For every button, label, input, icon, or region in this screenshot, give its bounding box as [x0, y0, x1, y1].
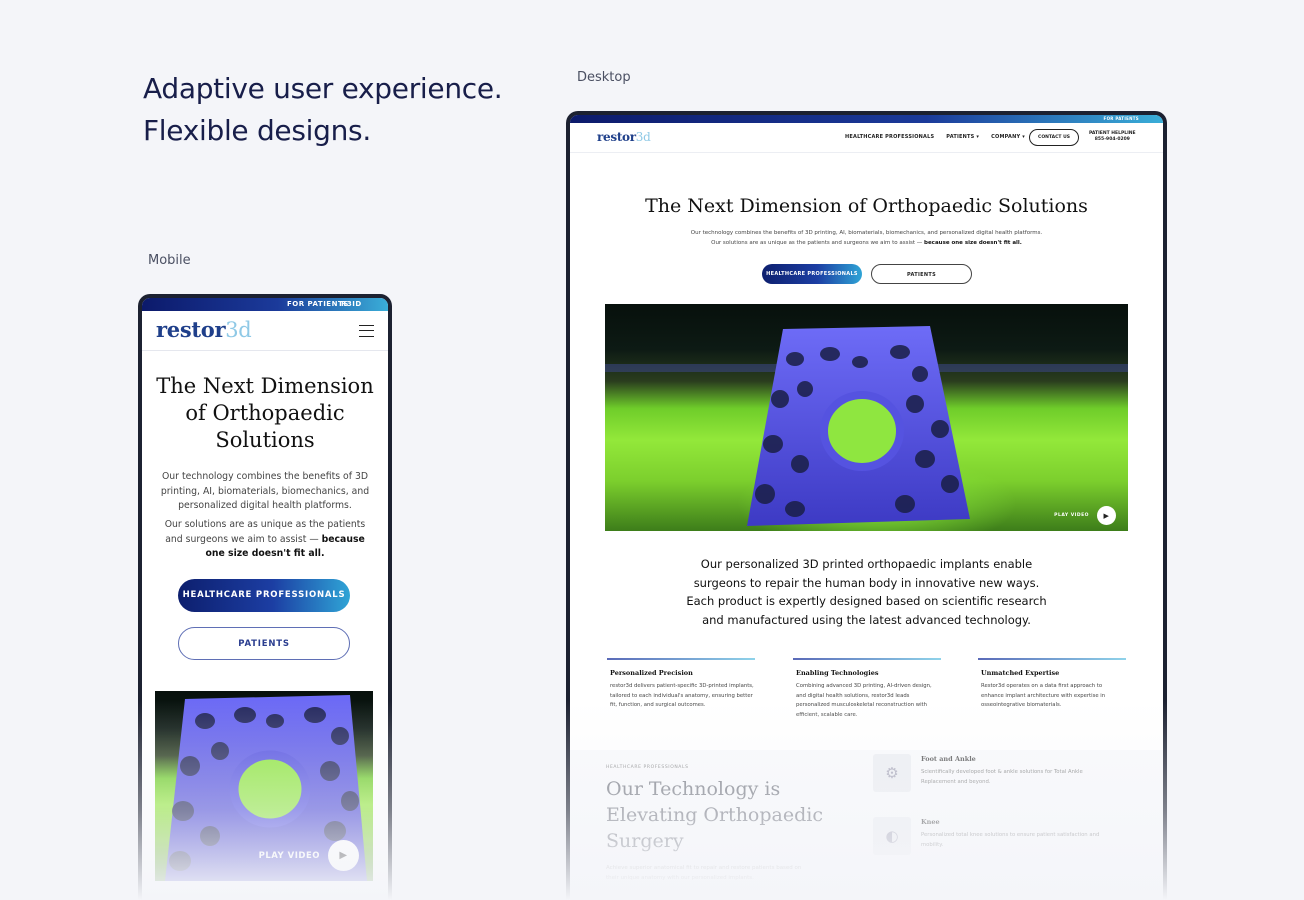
statement-line-2: surgeons to repair the human body in inn… [693, 575, 1040, 590]
mobile-hero-text-2: Our solutions are as unique as the patie… [142, 518, 388, 562]
feature-unmatched-expertise: Unmatched Expertise Restor3d operates on… [978, 658, 1126, 711]
desktop-device-frame: FOR PATIENTS restor3d HEALTHCARE PROFESS… [566, 111, 1167, 900]
desktop-screen: FOR PATIENTS restor3d HEALTHCARE PROFESS… [570, 115, 1163, 900]
logo-main-text: restor [597, 130, 636, 144]
technology-subtext: Achieve superior anatomical fit to repai… [606, 865, 802, 881]
feature-divider [607, 658, 755, 660]
desktop-statement: Our personalized 3D printed orthopaedic … [570, 555, 1163, 629]
mobile-patients-button[interactable]: PATIENTS [178, 627, 350, 660]
knee-implant-icon: ◐ [873, 817, 911, 855]
tech-item-text: Scientifically developed foot & ankle so… [921, 769, 1083, 785]
feature-title: Unmatched Expertise [981, 669, 1060, 677]
mobile-healthcare-professionals-button[interactable]: HEALTHCARE PROFESSIONALS [178, 579, 350, 612]
desktop-top-strip: FOR PATIENTS [570, 115, 1163, 123]
foot-ankle-implant-icon: ⚙ [873, 754, 911, 792]
desktop-nav: restor3d HEALTHCARE PROFESSIONALS PATIEN… [570, 123, 1163, 153]
technology-section: HEALTHCARE PROFESSIONALS Our Technology … [570, 750, 1163, 900]
implant-illustration [605, 326, 1128, 526]
hamburger-menu-icon[interactable] [359, 325, 374, 337]
mobile-r3id-link[interactable]: R3ID [341, 298, 362, 311]
healthcare-professionals-button[interactable]: HEALTHCARE PROFESSIONALS [762, 264, 862, 284]
feature-text: Restor3d operates on a data first approa… [981, 683, 1106, 709]
feature-title: Enabling Technologies [796, 669, 879, 677]
implant-video-thumbnail[interactable]: PLAY VIDEO ▶ [605, 304, 1128, 531]
technology-title: Our Technology is Elevating Orthopaedic … [606, 776, 823, 854]
patients-button[interactable]: PATIENTS [871, 264, 972, 284]
headline-line-1: Adaptive user experience. [143, 72, 503, 105]
mobile-hero-text: Our technology combines the benefits of … [160, 471, 370, 511]
feature-text: Combining advanced 3D printing, AI-drive… [796, 683, 932, 719]
mobile-for-patients-link[interactable]: FOR PATIENTS [287, 298, 349, 311]
desktop-hero-title: The Next Dimension of Orthopaedic Soluti… [645, 195, 1088, 217]
headline-line-2: Flexible designs. [143, 114, 371, 147]
technology-title-line-2: Elevating Orthopaedic [606, 804, 823, 826]
mobile-device-frame: FOR PATIENTS R3ID restor3d The Next Dime… [138, 294, 392, 900]
logo-main-text: restor [156, 317, 226, 342]
play-video-label: PLAY VIDEO [1054, 513, 1089, 518]
desktop-hero-text: Our technology combines the benefits of … [570, 228, 1163, 248]
hero-line-2-bold: because one size doesn't fit all. [924, 240, 1022, 246]
tech-item-text: Personalized total knee solutions to ens… [921, 832, 1100, 848]
mobile-play-video-label: PLAY VIDEO [258, 850, 320, 861]
patient-helpline[interactable]: PATIENT HELPLINE 855-904-0209 [1089, 131, 1136, 143]
tech-item-title: Knee [921, 818, 940, 826]
hero-line-2: Our solutions are as unique as the patie… [570, 238, 1163, 248]
statement-line-4: and manufactured using the latest advanc… [702, 612, 1031, 627]
mobile-top-strip: FOR PATIENTS R3ID [142, 298, 388, 311]
mobile-label: Mobile [148, 253, 191, 268]
helpline-number: 855-904-0209 [1094, 137, 1130, 142]
contact-us-button[interactable]: CONTACT US [1029, 129, 1079, 146]
technology-title-line-3: Surgery [606, 830, 684, 852]
mobile-restor3d-logo[interactable]: restor3d [156, 317, 252, 342]
desktop-play-video-button[interactable]: PLAY VIDEO ▶ [1054, 506, 1116, 525]
desktop-label: Desktop [577, 70, 631, 85]
mobile-hero-title: The Next Dimension of Orthopaedic Soluti… [156, 374, 374, 452]
intro-headline: Adaptive user experience. Flexible desig… [143, 68, 503, 152]
technology-eyebrow: HEALTHCARE PROFESSIONALS [606, 765, 689, 770]
technology-title-line-1: Our Technology is [606, 778, 781, 800]
feature-enabling-technologies: Enabling Technologies Combining advanced… [793, 658, 941, 721]
tech-item-title: Foot and Ankle [921, 755, 976, 763]
feature-text: restor3d delivers patient-specific 3D-pr… [610, 683, 754, 709]
play-icon: ▶ [1097, 506, 1116, 525]
nav-patients[interactable]: PATIENTS ▾ [946, 134, 979, 140]
hero-line-1: Our technology combines the benefits of … [690, 230, 1043, 236]
nav-company[interactable]: COMPANY ▾ [991, 134, 1025, 140]
logo-thin-text: 3d [635, 130, 651, 144]
feature-divider [978, 658, 1126, 660]
play-icon: ▶ [328, 840, 359, 871]
restor3d-logo[interactable]: restor3d [597, 130, 651, 144]
statement-line-1: Our personalized 3D printed orthopaedic … [700, 557, 1033, 571]
for-patients-link[interactable]: FOR PATIENTS [1104, 115, 1139, 123]
nav-links: HEALTHCARE PROFESSIONALS PATIENTS ▾ COMP… [845, 134, 1025, 140]
mobile-nav: restor3d [142, 311, 388, 351]
mobile-play-video-button[interactable]: PLAY VIDEO ▶ [259, 840, 359, 871]
statement-line-3: Each product is expertly designed based … [686, 594, 1047, 608]
feature-personalized-precision: Personalized Precision restor3d delivers… [607, 658, 755, 711]
hero-line-2-start: Our solutions are as unique as the patie… [711, 240, 925, 246]
feature-divider [793, 658, 941, 660]
feature-title: Personalized Precision [610, 669, 693, 677]
logo-thin-text: 3d [225, 318, 252, 342]
mobile-screen: FOR PATIENTS R3ID restor3d The Next Dime… [142, 298, 388, 900]
nav-healthcare-professionals[interactable]: HEALTHCARE PROFESSIONALS [845, 134, 934, 140]
mobile-implant-video-thumbnail[interactable]: PLAY VIDEO ▶ [155, 691, 373, 881]
